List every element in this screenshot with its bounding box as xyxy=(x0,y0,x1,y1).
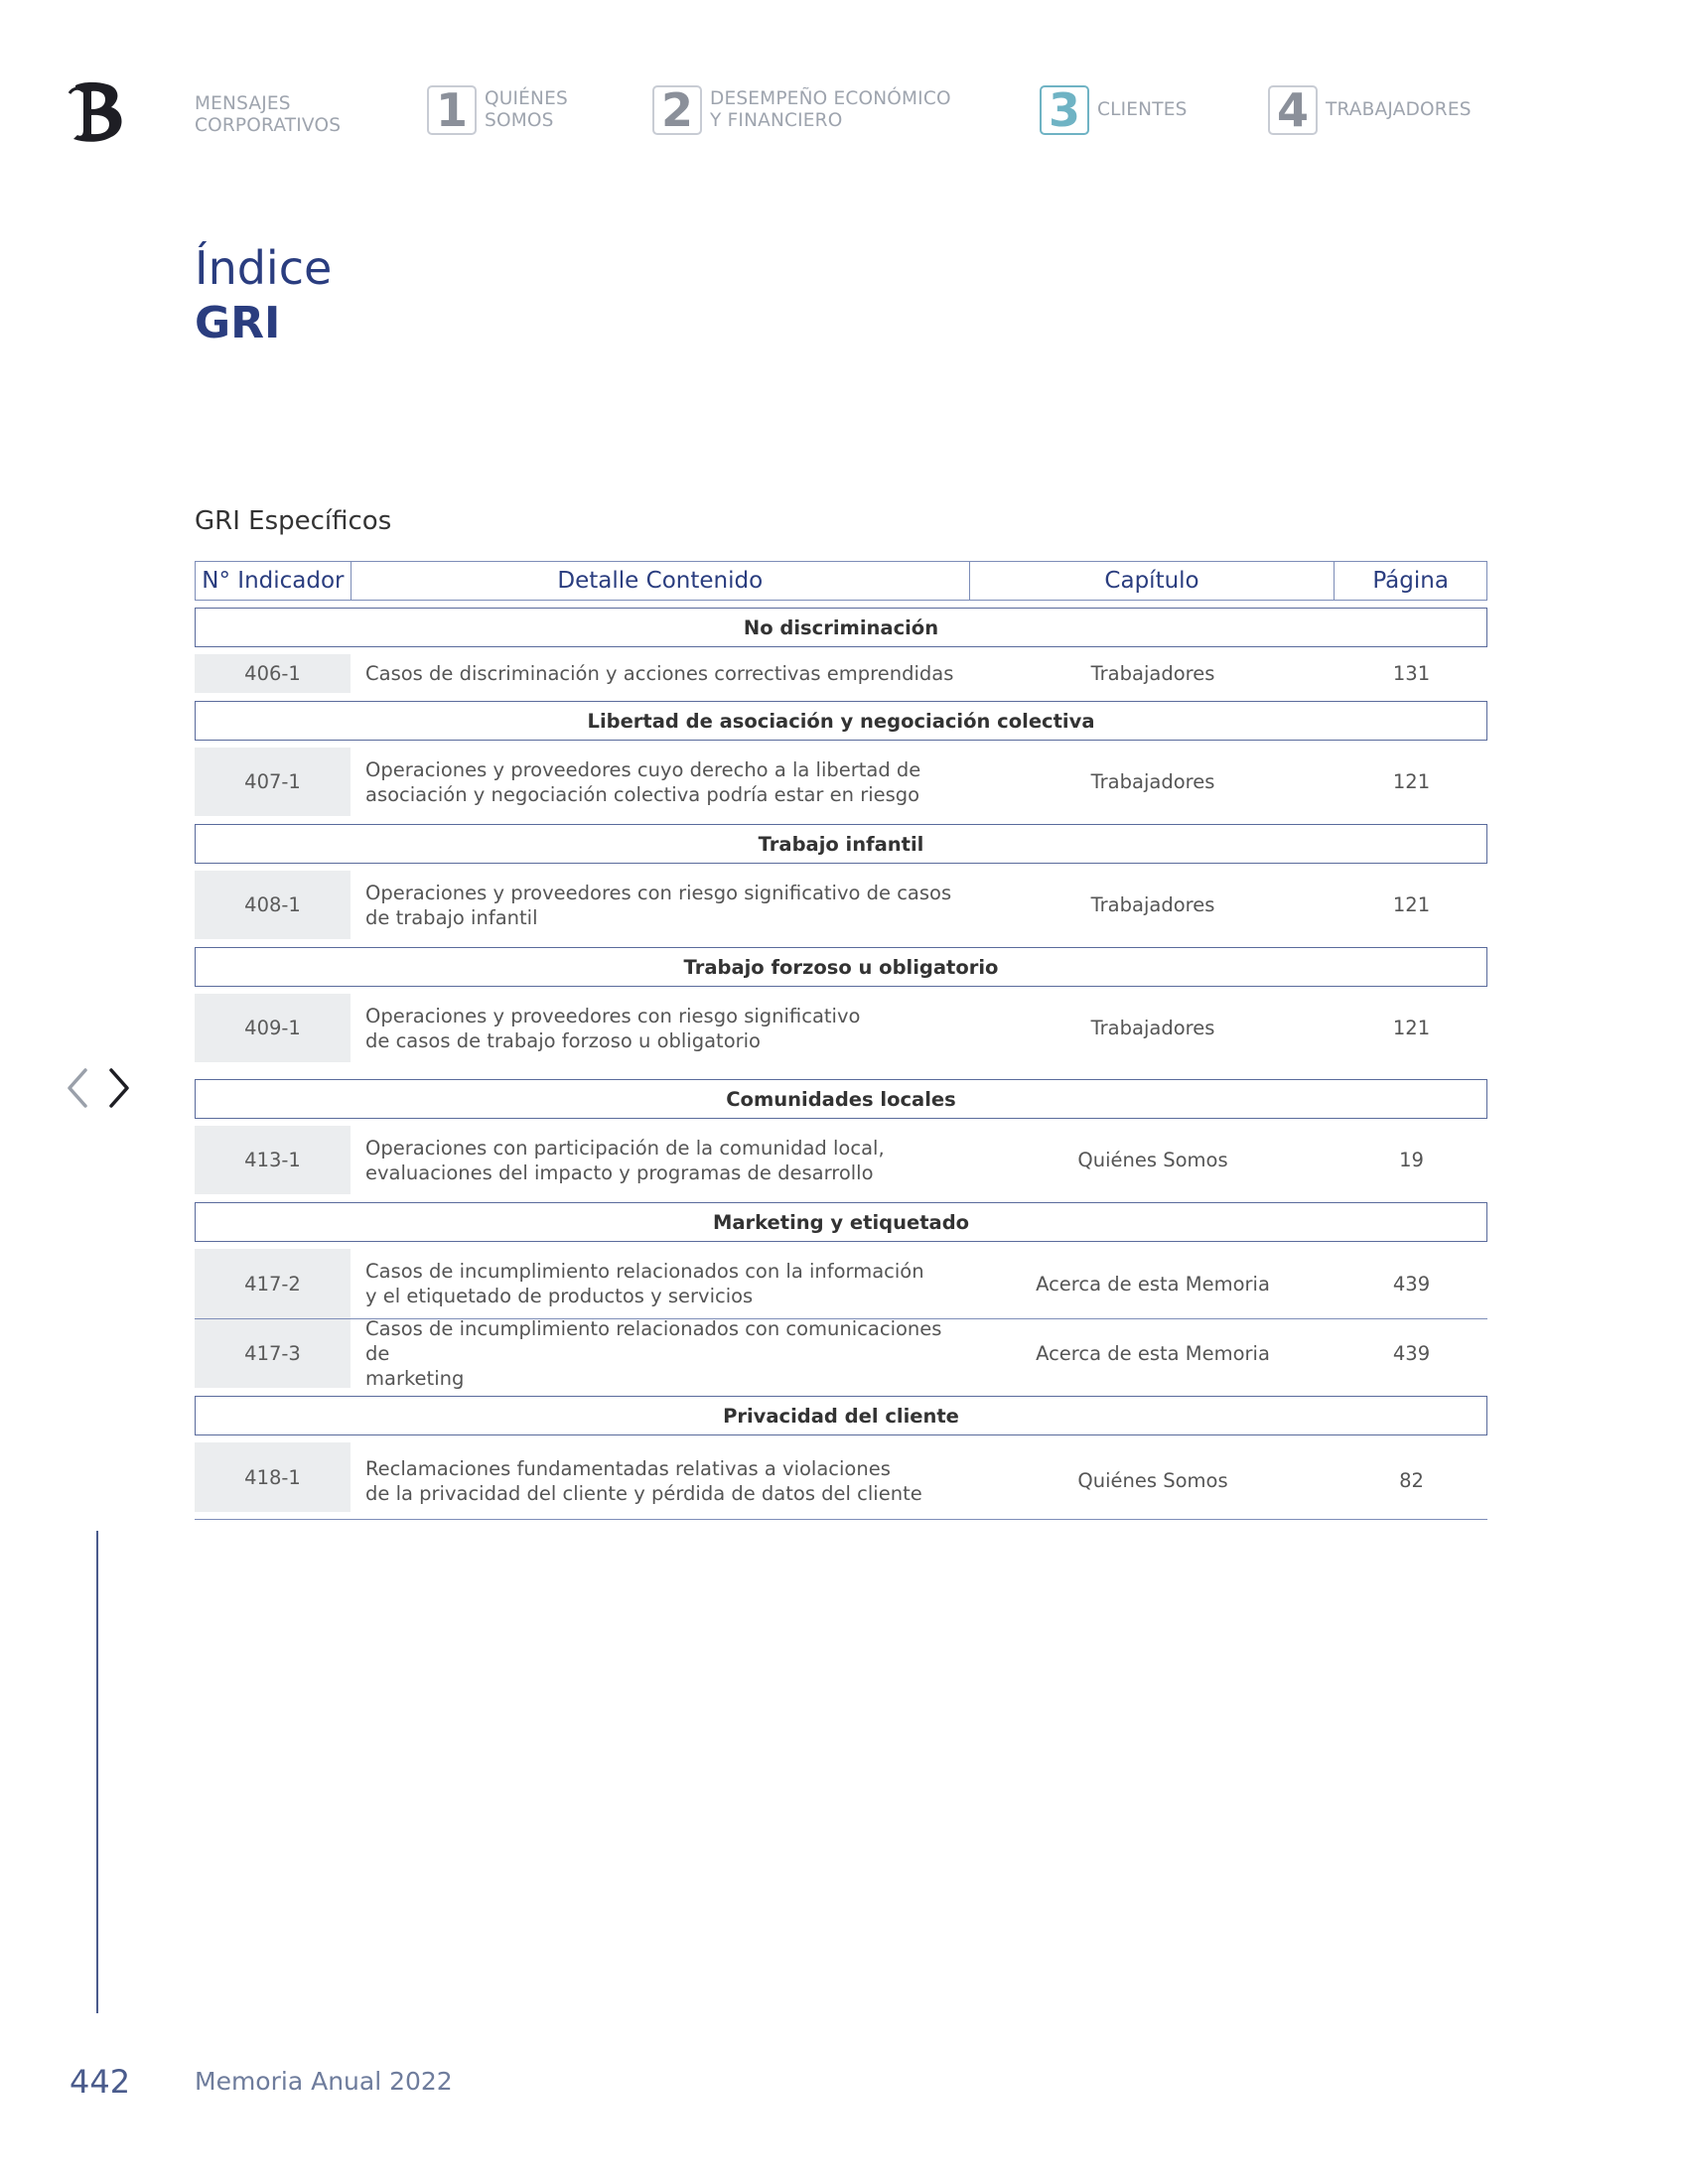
nav-number-3: 3 xyxy=(1040,85,1089,135)
category-row: Libertad de asociación y negociación col… xyxy=(195,701,1487,741)
table-row: 409-1 Operaciones y proveedores con ries… xyxy=(195,994,1487,1063)
category-row: Comunidades locales xyxy=(195,1079,1487,1119)
indicator-detail: Casos de discriminación y acciones corre… xyxy=(365,662,954,685)
table-header: N° Indicador Detalle Contenido Capítulo … xyxy=(195,561,1487,601)
indicator-detail: Reclamaciones fundamentadas relativas a … xyxy=(365,1456,922,1505)
indicator-code: 409-1 xyxy=(195,994,351,1062)
indicator-detail: Operaciones y proveedores con riesgo sig… xyxy=(365,1004,861,1052)
indicator-page: 121 xyxy=(1392,1017,1431,1039)
indicator-code: 407-1 xyxy=(195,748,351,816)
header-capitulo: Capítulo xyxy=(970,562,1336,600)
indicator-chapter: Trabajadores xyxy=(1090,662,1215,685)
table-row: 406-1 Casos de discriminación y acciones… xyxy=(195,654,1487,694)
indicator-chapter: Trabajadores xyxy=(1090,1017,1215,1039)
section-title: GRI Específicos xyxy=(195,506,392,536)
nav-mensajes-corporativos[interactable]: MENSAJES CORPORATIVOS xyxy=(195,93,341,137)
chevron-left-icon[interactable] xyxy=(62,1064,93,1112)
indicator-page: 82 xyxy=(1399,1469,1424,1492)
page-navigation xyxy=(62,1064,135,1112)
table-row: 408-1 Operaciones y proveedores con ries… xyxy=(195,871,1487,940)
indicator-code: 418-1 xyxy=(195,1442,351,1512)
indicator-chapter: Quiénes Somos xyxy=(1077,1469,1228,1492)
indicator-code: 417-3 xyxy=(195,1319,351,1388)
indicator-detail: Operaciones con participación de la comu… xyxy=(365,1136,885,1184)
indicator-chapter: Trabajadores xyxy=(1090,770,1215,793)
indicator-chapter: Trabajadores xyxy=(1090,893,1215,916)
nav-number-1: 1 xyxy=(427,85,477,135)
header-detalle: Detalle Contenido xyxy=(352,562,970,600)
page-title-gri: GRI xyxy=(195,298,281,348)
indicator-chapter: Acerca de esta Memoria xyxy=(1036,1342,1270,1365)
page-title-indice: Índice xyxy=(195,241,333,295)
indicator-code: 417-2 xyxy=(195,1249,351,1318)
category-row: Trabajo infantil xyxy=(195,824,1487,864)
indicator-chapter: Acerca de esta Memoria xyxy=(1036,1272,1270,1296)
nav-quienes-somos-label: QUIÉNES SOMOS xyxy=(485,88,568,131)
footer-title: Memoria Anual 2022 xyxy=(195,2067,453,2096)
indicator-page: 19 xyxy=(1399,1149,1424,1171)
indicator-chapter: Quiénes Somos xyxy=(1077,1149,1228,1171)
nav-quienes-somos[interactable]: 1 QUIÉNES SOMOS xyxy=(427,85,568,135)
indicator-page: 121 xyxy=(1392,893,1431,916)
nav-number-2: 2 xyxy=(652,85,702,135)
nav-trabajadores-label: TRABAJADORES xyxy=(1326,99,1472,120)
side-divider xyxy=(96,1531,98,2013)
indicator-code: 408-1 xyxy=(195,871,351,939)
header-pagina: Página xyxy=(1372,568,1449,594)
indicator-detail: Casos de incumplimiento relacionados con… xyxy=(365,1317,942,1390)
header-indicador: N° Indicador xyxy=(196,562,352,600)
nav-mensajes-label: MENSAJES CORPORATIVOS xyxy=(195,93,342,136)
gri-table: N° Indicador Detalle Contenido Capítulo … xyxy=(195,561,1487,1520)
indicator-code: 406-1 xyxy=(195,654,351,693)
nav-clientes-label: CLIENTES xyxy=(1097,99,1188,120)
table-row: 417-2 Casos de incumplimiento relacionad… xyxy=(195,1249,1487,1319)
indicator-page: 121 xyxy=(1392,770,1431,793)
page-number: 442 xyxy=(70,2063,131,2101)
indicator-page: 131 xyxy=(1392,662,1431,685)
nav-clientes[interactable]: 3 CLIENTES xyxy=(1040,85,1188,135)
chevron-right-icon[interactable] xyxy=(103,1064,135,1112)
category-row: Marketing y etiquetado xyxy=(195,1202,1487,1242)
indicator-page: 439 xyxy=(1392,1342,1431,1365)
category-row: Privacidad del cliente xyxy=(195,1396,1487,1435)
indicator-page: 439 xyxy=(1392,1272,1431,1296)
nav-desempeno-label: DESEMPEÑO ECONÓMICO Y FINANCIERO xyxy=(710,88,951,131)
nav-desempeno[interactable]: 2 DESEMPEÑO ECONÓMICO Y FINANCIERO xyxy=(652,85,951,135)
indicator-detail: Casos de incumplimiento relacionados con… xyxy=(365,1260,924,1307)
table-row: 407-1 Operaciones y proveedores cuyo der… xyxy=(195,748,1487,817)
category-row: No discriminación xyxy=(195,608,1487,647)
indicator-detail: Operaciones y proveedores con riesgo sig… xyxy=(365,881,952,929)
bank-logo-icon xyxy=(68,79,129,145)
table-row: 417-3 Casos de incumplimiento relacionad… xyxy=(195,1317,1487,1390)
table-row: 418-1 Reclamaciones fundamentadas relati… xyxy=(195,1442,1487,1520)
indicator-code: 413-1 xyxy=(195,1126,351,1194)
table-row: 413-1 Operaciones con participación de l… xyxy=(195,1126,1487,1195)
category-row: Trabajo forzoso u obligatorio xyxy=(195,947,1487,987)
nav-number-4: 4 xyxy=(1268,85,1318,135)
indicator-detail: Operaciones y proveedores cuyo derecho a… xyxy=(365,757,921,806)
nav-trabajadores[interactable]: 4 TRABAJADORES xyxy=(1268,85,1472,135)
